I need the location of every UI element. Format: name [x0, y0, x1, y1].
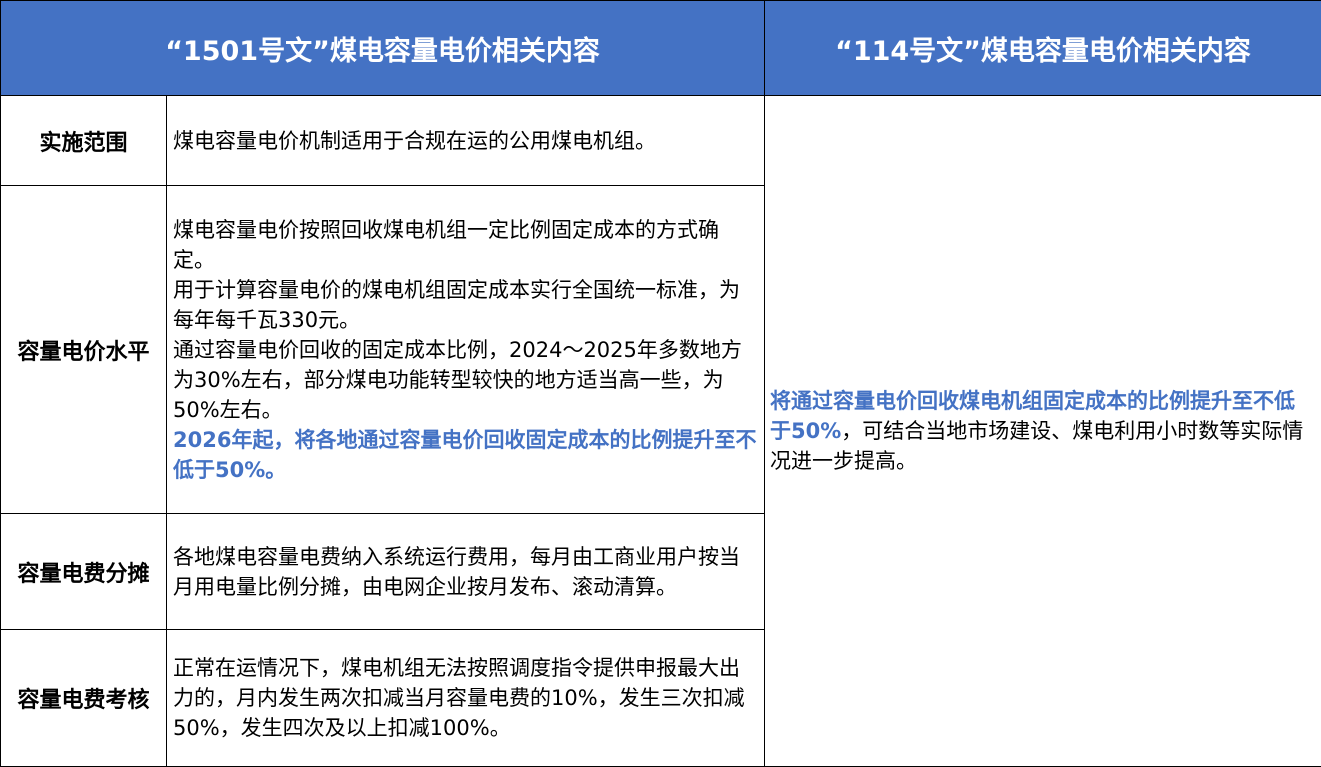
right-merged-content: 将通过容量电价回收煤电机组固定成本的比例提升至不低于50%，可结合当地市场建设、…: [764, 95, 1321, 767]
row-label-assessment: 容量电费考核: [0, 629, 167, 767]
row-content-price-level: 煤电容量电价按照回收煤电机组一定比例固定成本的方式确定。 用于计算容量电价的煤电…: [165, 185, 766, 514]
row-content-allocation: 各地煤电容量电费纳入系统运行费用，每月由工商业用户按当月用电量比例分摊，由电网企…: [165, 513, 766, 630]
highlight-paragraph: 2026年起，将各地通过容量电价回收固定成本的比例提升至不低于50%。: [173, 427, 757, 482]
paragraph: 各地煤电容量电费纳入系统运行费用，每月由工商业用户按当月用电量比例分摊，由电网企…: [173, 544, 740, 599]
header-114: “114号文”煤电容量电价相关内容: [764, 0, 1321, 96]
row-content-scope: 煤电容量电价机制适用于合规在运的公用煤电机组。: [165, 95, 766, 186]
header-1501: “1501号文”煤电容量电价相关内容: [0, 0, 766, 96]
paragraph: 用于计算容量电价的煤电机组固定成本实行全国统一标准，为每年每千瓦330元。: [173, 277, 740, 332]
table-row: 实施范围 煤电容量电价机制适用于合规在运的公用煤电机组。 将通过容量电价回收煤电…: [0, 95, 1321, 767]
right-text: ，可结合当地市场建设、煤电利用小时数等实际情况进一步提高。: [770, 419, 1304, 473]
comparison-table: “1501号文”煤电容量电价相关内容 “114号文”煤电容量电价相关内容 实施范…: [0, 0, 1321, 767]
header-row: “1501号文”煤电容量电价相关内容 “114号文”煤电容量电价相关内容: [0, 0, 1321, 96]
row-label-scope: 实施范围: [0, 95, 167, 186]
paragraph: 正常在运情况下，煤电机组无法按照调度指令提供申报最大出力的，月内发生两次扣减当月…: [173, 656, 745, 740]
paragraph: 煤电容量电价按照回收煤电机组一定比例固定成本的方式确定。: [173, 217, 719, 272]
paragraph: 煤电容量电价机制适用于合规在运的公用煤电机组。: [173, 128, 656, 153]
paragraph: 通过容量电价回收的固定成本比例，2024～2025年多数地方为30%左右，部分煤…: [173, 337, 742, 422]
row-label-allocation: 容量电费分摊: [0, 513, 167, 630]
row-label-price-level: 容量电价水平: [0, 185, 167, 514]
row-content-assessment: 正常在运情况下，煤电机组无法按照调度指令提供申报最大出力的，月内发生两次扣减当月…: [165, 629, 766, 767]
